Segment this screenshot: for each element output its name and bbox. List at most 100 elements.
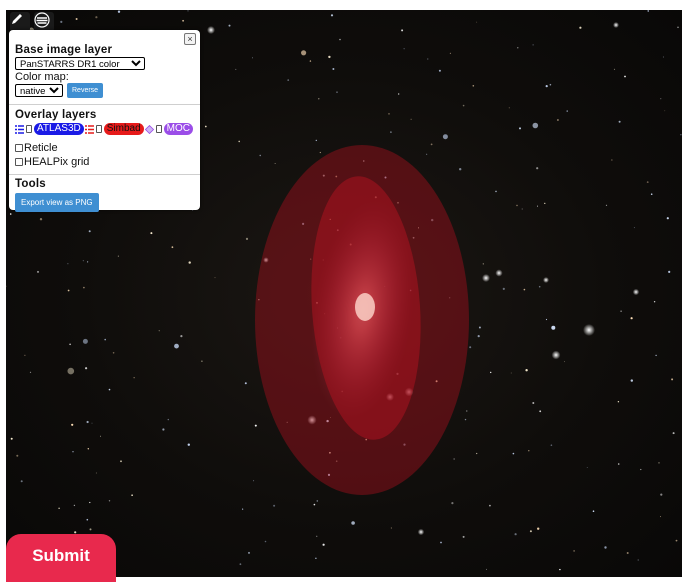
moc-checkbox[interactable] [155, 125, 162, 133]
star [660, 516, 661, 518]
star [658, 462, 660, 464]
star [650, 193, 653, 195]
star [71, 423, 74, 426]
star [453, 458, 455, 460]
star [245, 237, 249, 240]
atlas3d-checkbox[interactable] [26, 125, 32, 133]
star [490, 371, 492, 374]
star [244, 382, 247, 385]
submit-button[interactable]: Submit [6, 534, 116, 582]
star [472, 85, 475, 87]
star [519, 127, 521, 130]
reticle-checkbox[interactable] [15, 144, 23, 152]
divider [9, 104, 200, 105]
star [464, 418, 467, 421]
star [545, 318, 548, 321]
star [617, 401, 620, 403]
star [620, 310, 622, 313]
bright-star [613, 22, 619, 28]
star [640, 468, 642, 471]
star [529, 530, 532, 533]
star [86, 518, 89, 521]
star [67, 367, 75, 375]
reverse-button[interactable]: Reverse [67, 83, 104, 98]
star [75, 18, 78, 20]
star [617, 463, 620, 465]
star [605, 204, 608, 206]
close-icon[interactable]: × [184, 33, 196, 45]
star [478, 326, 481, 329]
star [430, 143, 433, 146]
star [613, 68, 616, 70]
healpix-row[interactable]: HEALPix grid [15, 156, 194, 168]
star [476, 21, 478, 23]
star [579, 26, 582, 29]
star [427, 58, 429, 60]
star [150, 232, 153, 235]
star [162, 428, 165, 431]
star [525, 369, 528, 372]
star [545, 85, 548, 88]
star [624, 75, 626, 78]
star [83, 286, 85, 289]
export-png-button[interactable]: Export view as PNG [15, 193, 99, 212]
star [72, 451, 74, 453]
star [339, 38, 341, 41]
star [671, 378, 674, 381]
star [171, 246, 174, 249]
star [328, 55, 331, 59]
color-map-select[interactable]: native [15, 84, 63, 97]
star [228, 24, 231, 27]
star [117, 10, 121, 13]
star [462, 104, 465, 107]
simbad-checkbox[interactable] [95, 125, 102, 133]
star [573, 550, 575, 552]
survey-select[interactable]: PanSTARRS DR1 color [15, 57, 145, 70]
star [508, 107, 510, 109]
star [182, 19, 185, 22]
overlay-layers-title: Overlay layers [15, 109, 97, 121]
star [252, 57, 253, 59]
star [655, 354, 657, 357]
star [401, 29, 404, 32]
star [626, 552, 629, 554]
star [351, 521, 355, 525]
healpix-label: HEALPix grid [24, 156, 90, 168]
star [482, 263, 484, 265]
star [316, 500, 319, 502]
star [459, 168, 462, 171]
pencil-icon[interactable] [10, 12, 30, 32]
star [469, 346, 472, 349]
star [521, 208, 523, 210]
star [274, 163, 276, 165]
star [438, 69, 441, 72]
star [259, 154, 261, 157]
star [398, 93, 400, 95]
healpix-checkbox[interactable] [15, 158, 23, 166]
star [462, 535, 465, 538]
star [680, 134, 682, 136]
star [180, 335, 183, 338]
star [410, 118, 412, 120]
layers-panel: × Base image layer PanSTARRS DR1 color C… [9, 30, 200, 212]
star [108, 500, 111, 502]
bright-star [482, 274, 490, 282]
star [538, 285, 541, 288]
list-icon[interactable] [84, 124, 94, 134]
star [637, 559, 639, 561]
star [322, 543, 325, 546]
star [611, 159, 613, 161]
star [167, 418, 169, 421]
star [104, 338, 106, 341]
reticle-row[interactable]: Reticle [15, 142, 194, 154]
star [301, 50, 307, 56]
list-icon[interactable] [15, 124, 24, 134]
star [133, 377, 135, 379]
diamond-icon[interactable] [144, 124, 154, 134]
star [204, 125, 207, 128]
star [647, 10, 649, 12]
star [604, 546, 607, 549]
layers-icon[interactable] [34, 12, 54, 32]
star [82, 260, 84, 262]
star [390, 527, 392, 529]
